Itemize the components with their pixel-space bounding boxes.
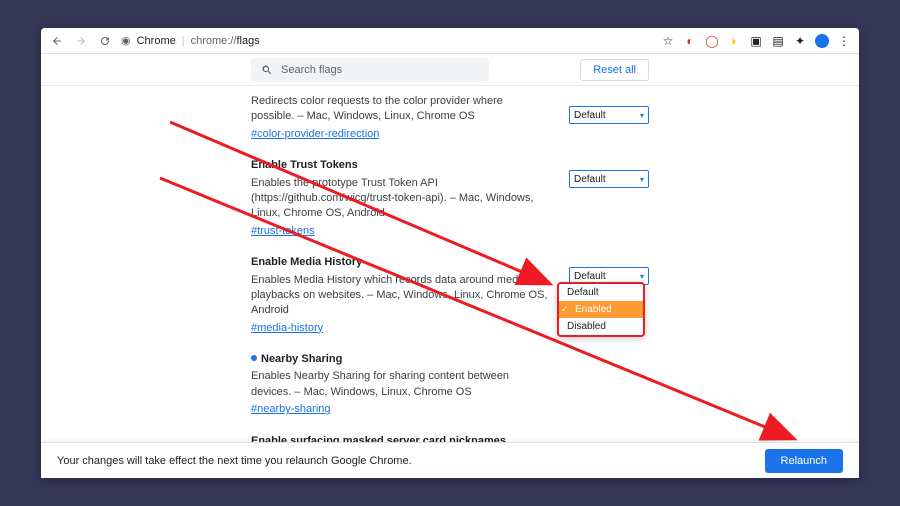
reload-button[interactable] [97, 33, 113, 49]
flag-hash-link[interactable]: #color-provider-redirection [251, 127, 379, 142]
flag-select[interactable]: Default▾ [569, 170, 649, 188]
chevron-down-icon: ▾ [640, 175, 644, 184]
dropdown-option-default[interactable]: Default [559, 284, 643, 301]
back-button[interactable] [49, 33, 65, 49]
chevron-down-icon: ▾ [640, 272, 644, 281]
site-icon: ◉ [121, 34, 131, 47]
flags-list: Redirects color requests to the color pr… [41, 86, 859, 478]
flag-row: Redirects color requests to the color pr… [41, 86, 859, 150]
search-placeholder: Search flags [281, 64, 342, 76]
flag-select[interactable]: Default▾ [569, 106, 649, 124]
flag-hash-link[interactable]: #trust-tokens [251, 224, 315, 239]
flag-hash-link[interactable]: #nearby-sharing [251, 402, 331, 417]
dropdown-option-enabled[interactable]: Enabled [559, 301, 643, 318]
flag-row-nearby: Nearby Sharing Enables Nearby Sharing fo… [41, 344, 859, 426]
modified-dot-icon [251, 355, 257, 361]
reset-all-button[interactable]: Reset all [580, 59, 649, 81]
flag-dropdown: Default Enabled Disabled [557, 282, 645, 337]
flags-topbar: Search flags Reset all [41, 54, 859, 86]
footer-message: Your changes will take effect the next t… [57, 455, 412, 467]
relaunch-button[interactable]: Relaunch [765, 449, 843, 473]
relaunch-footer: Your changes will take effect the next t… [41, 442, 859, 478]
address-bar[interactable]: ◉ Chrome | chrome://flags [121, 34, 260, 47]
flag-row: Enable Media History Enables Media Histo… [41, 247, 859, 344]
toolbar-actions: ☆ ◐ ◯ ◗ ▣ ▤ ✦ ⋮ [661, 34, 851, 48]
chevron-down-icon: ▾ [640, 111, 644, 120]
avatar[interactable] [815, 34, 829, 48]
ext-icon-4[interactable]: ▣ [749, 34, 763, 48]
ext-icon-1[interactable]: ◐ [683, 34, 697, 48]
browser-window: ◉ Chrome | chrome://flags ☆ ◐ ◯ ◗ ▣ ▤ ✦ … [41, 28, 859, 478]
ext-icon-3[interactable]: ◗ [727, 34, 741, 48]
flag-row: Enable Trust Tokens Enables the prototyp… [41, 150, 859, 247]
forward-button[interactable] [73, 33, 89, 49]
search-icon [261, 64, 273, 76]
url-provider: Chrome [137, 35, 176, 47]
extensions-icon[interactable]: ✦ [793, 34, 807, 48]
star-icon[interactable]: ☆ [661, 34, 675, 48]
ext-icon-5[interactable]: ▤ [771, 34, 785, 48]
search-input[interactable]: Search flags [251, 58, 489, 82]
page-content: Search flags Reset all Redirects color r… [41, 54, 859, 478]
browser-toolbar: ◉ Chrome | chrome://flags ☆ ◐ ◯ ◗ ▣ ▤ ✦ … [41, 28, 859, 54]
dropdown-option-disabled[interactable]: Disabled [559, 318, 643, 335]
ext-icon-2[interactable]: ◯ [705, 34, 719, 48]
flag-hash-link[interactable]: #media-history [251, 321, 323, 336]
menu-icon[interactable]: ⋮ [837, 34, 851, 48]
